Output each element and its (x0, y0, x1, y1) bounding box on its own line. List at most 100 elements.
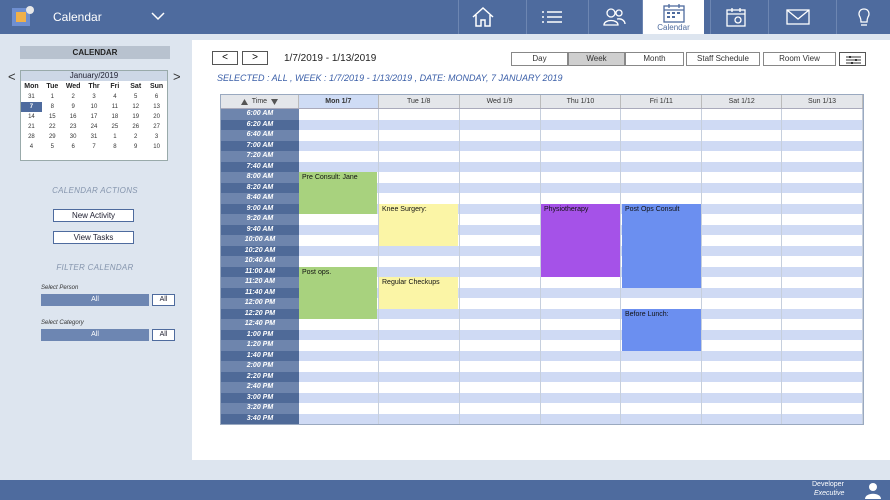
nav-list-button[interactable] (526, 0, 576, 34)
nav-ideas-button[interactable] (836, 0, 890, 34)
mini-weekday: Tue (46, 83, 59, 90)
mini-calendar-day[interactable]: 31 (21, 92, 42, 102)
time-column-header[interactable]: Time (221, 95, 299, 108)
mini-calendar-day[interactable]: 1 (104, 132, 125, 142)
mini-calendar-week: 4 5 6 7 8 9 10 (21, 142, 167, 152)
chevron-down-icon[interactable] (150, 9, 166, 23)
mini-calendar-day[interactable]: 15 (42, 112, 63, 122)
nav-calendar-settings-button[interactable] (710, 0, 762, 34)
mini-calendar-day[interactable]: 7 (84, 142, 105, 152)
mini-calendar-day[interactable]: 24 (84, 122, 105, 132)
calendar-actions-title: CALENDAR ACTIONS (52, 186, 138, 195)
sort-up-icon (240, 98, 248, 105)
view-day-button[interactable]: Day (511, 52, 568, 66)
mini-calendar-day[interactable]: 14 (21, 112, 42, 122)
nav-home-button[interactable] (458, 0, 506, 34)
lightbulb-icon (857, 8, 870, 26)
mini-calendar-day[interactable]: 9 (63, 102, 84, 112)
user-icon[interactable] (862, 481, 884, 499)
mini-calendar-next-button[interactable]: > (173, 69, 181, 84)
mini-calendar-day[interactable]: 30 (63, 132, 84, 142)
calendar-event[interactable]: Regular Checkups (379, 277, 458, 309)
mini-calendar-day[interactable]: 12 (125, 102, 146, 112)
app-title: Calendar (53, 10, 102, 24)
mini-calendar-day[interactable]: 8 (42, 102, 63, 112)
select-person-dropdown[interactable]: All (41, 294, 149, 306)
mini-calendar-day[interactable]: 13 (146, 102, 167, 112)
calendar-event[interactable]: Post ops. (299, 266, 377, 319)
mini-calendar-day[interactable]: 2 (125, 132, 146, 142)
calendar-settings-icon (725, 8, 746, 27)
mini-calendar-day[interactable]: 17 (84, 112, 105, 122)
calendar-event[interactable]: Pre Consult: Jane (299, 172, 377, 214)
view-week-button[interactable]: Week (568, 52, 625, 66)
prev-week-button[interactable]: < (212, 51, 238, 65)
mini-calendar-day[interactable]: 19 (125, 112, 146, 122)
select-person-all-button[interactable]: All (152, 294, 175, 306)
mini-calendar-day[interactable]: 4 (21, 142, 42, 152)
user-role: Executive (814, 490, 845, 497)
calendar-event[interactable]: Post Ops Consult (622, 203, 701, 288)
filter-settings-button[interactable] (839, 52, 866, 66)
mini-calendar-day[interactable]: 21 (21, 122, 42, 132)
view-month-button[interactable]: Month (625, 52, 684, 66)
mini-calendar-day[interactable]: 6 (146, 92, 167, 102)
day-header[interactable]: Mon 1/7 (298, 95, 379, 108)
calendar-event[interactable]: Knee Surgery: (379, 203, 458, 246)
mini-calendar-day[interactable]: 5 (125, 92, 146, 102)
day-header[interactable]: Tue 1/8 (379, 95, 460, 108)
mini-calendar-day[interactable]: 11 (104, 102, 125, 112)
mini-calendar-day[interactable]: 10 (84, 102, 105, 112)
day-header[interactable]: Sun 1/13 (782, 95, 863, 108)
mini-calendar-day[interactable]: 16 (63, 112, 84, 122)
new-activity-button[interactable]: New Activity (53, 209, 134, 222)
mini-calendar-day[interactable]: 3 (146, 132, 167, 142)
filter-calendar-title: FILTER CALENDAR (56, 263, 134, 272)
mini-calendar-day[interactable]: 29 (42, 132, 63, 142)
view-room-button[interactable]: Room View (763, 52, 836, 66)
view-staff-schedule-button[interactable]: Staff Schedule (686, 52, 760, 66)
day-header[interactable]: Sat 1/12 (702, 95, 783, 108)
mini-calendar-day[interactable]: 8 (104, 142, 125, 152)
mini-calendar-day[interactable]: 2 (63, 92, 84, 102)
mini-calendar-day[interactable]: 3 (84, 92, 105, 102)
select-category-all-button[interactable]: All (152, 329, 175, 341)
mini-calendar-month: January/2019 (21, 71, 167, 81)
calendar-icon (662, 4, 685, 23)
nav-mail-button[interactable] (768, 0, 826, 34)
mini-calendar-day[interactable]: 4 (104, 92, 125, 102)
mini-calendar-day[interactable]: 22 (42, 122, 63, 132)
calendar-event[interactable]: Before Lunch: (622, 308, 701, 351)
mini-calendar-day[interactable]: 9 (125, 142, 146, 152)
bottom-bar: Developer Executive (0, 480, 890, 500)
mini-calendar-day[interactable]: 23 (63, 122, 84, 132)
mini-weekday: Fri (110, 83, 120, 90)
mini-calendar-day[interactable]: 28 (21, 132, 42, 142)
mini-calendar-day[interactable]: 25 (104, 122, 125, 132)
time-header-label: Time (251, 97, 268, 105)
mini-calendar-day[interactable]: 7 (21, 102, 42, 112)
next-week-button[interactable]: > (242, 51, 268, 65)
select-category-dropdown[interactable]: All (41, 329, 149, 341)
users-icon (602, 8, 626, 26)
calendar-section-title: CALENDAR (20, 46, 170, 59)
mini-calendar-day[interactable]: 26 (125, 122, 146, 132)
mini-calendar-day[interactable]: 31 (84, 132, 105, 142)
mini-calendar-day[interactable]: 1 (42, 92, 63, 102)
calendar-event[interactable]: Physiotherapy (541, 203, 620, 277)
grid-header: Time Mon 1/7 Tue 1/8 Wed 1/9 Thu 1/10 Fri 1/… (221, 95, 863, 109)
mini-calendar-day[interactable]: 27 (146, 122, 167, 132)
mini-calendar-prev-button[interactable]: < (8, 69, 16, 84)
mini-calendar-day[interactable]: 5 (42, 142, 63, 152)
day-header[interactable]: Fri 1/11 (621, 95, 703, 108)
mini-calendar-day[interactable]: 6 (63, 142, 84, 152)
mini-calendar-day[interactable]: 18 (104, 112, 125, 122)
nav-calendar-button[interactable]: Calendar (642, 0, 704, 34)
mini-calendar-day[interactable]: 10 (146, 142, 167, 152)
mini-calendar-day[interactable]: 20 (146, 112, 167, 122)
nav-users-button[interactable] (588, 0, 638, 34)
day-header[interactable]: Wed 1/9 (460, 95, 541, 108)
mini-weekday: Sat (130, 83, 142, 90)
day-header[interactable]: Thu 1/10 (541, 95, 622, 108)
view-tasks-button[interactable]: View Tasks (53, 231, 134, 244)
